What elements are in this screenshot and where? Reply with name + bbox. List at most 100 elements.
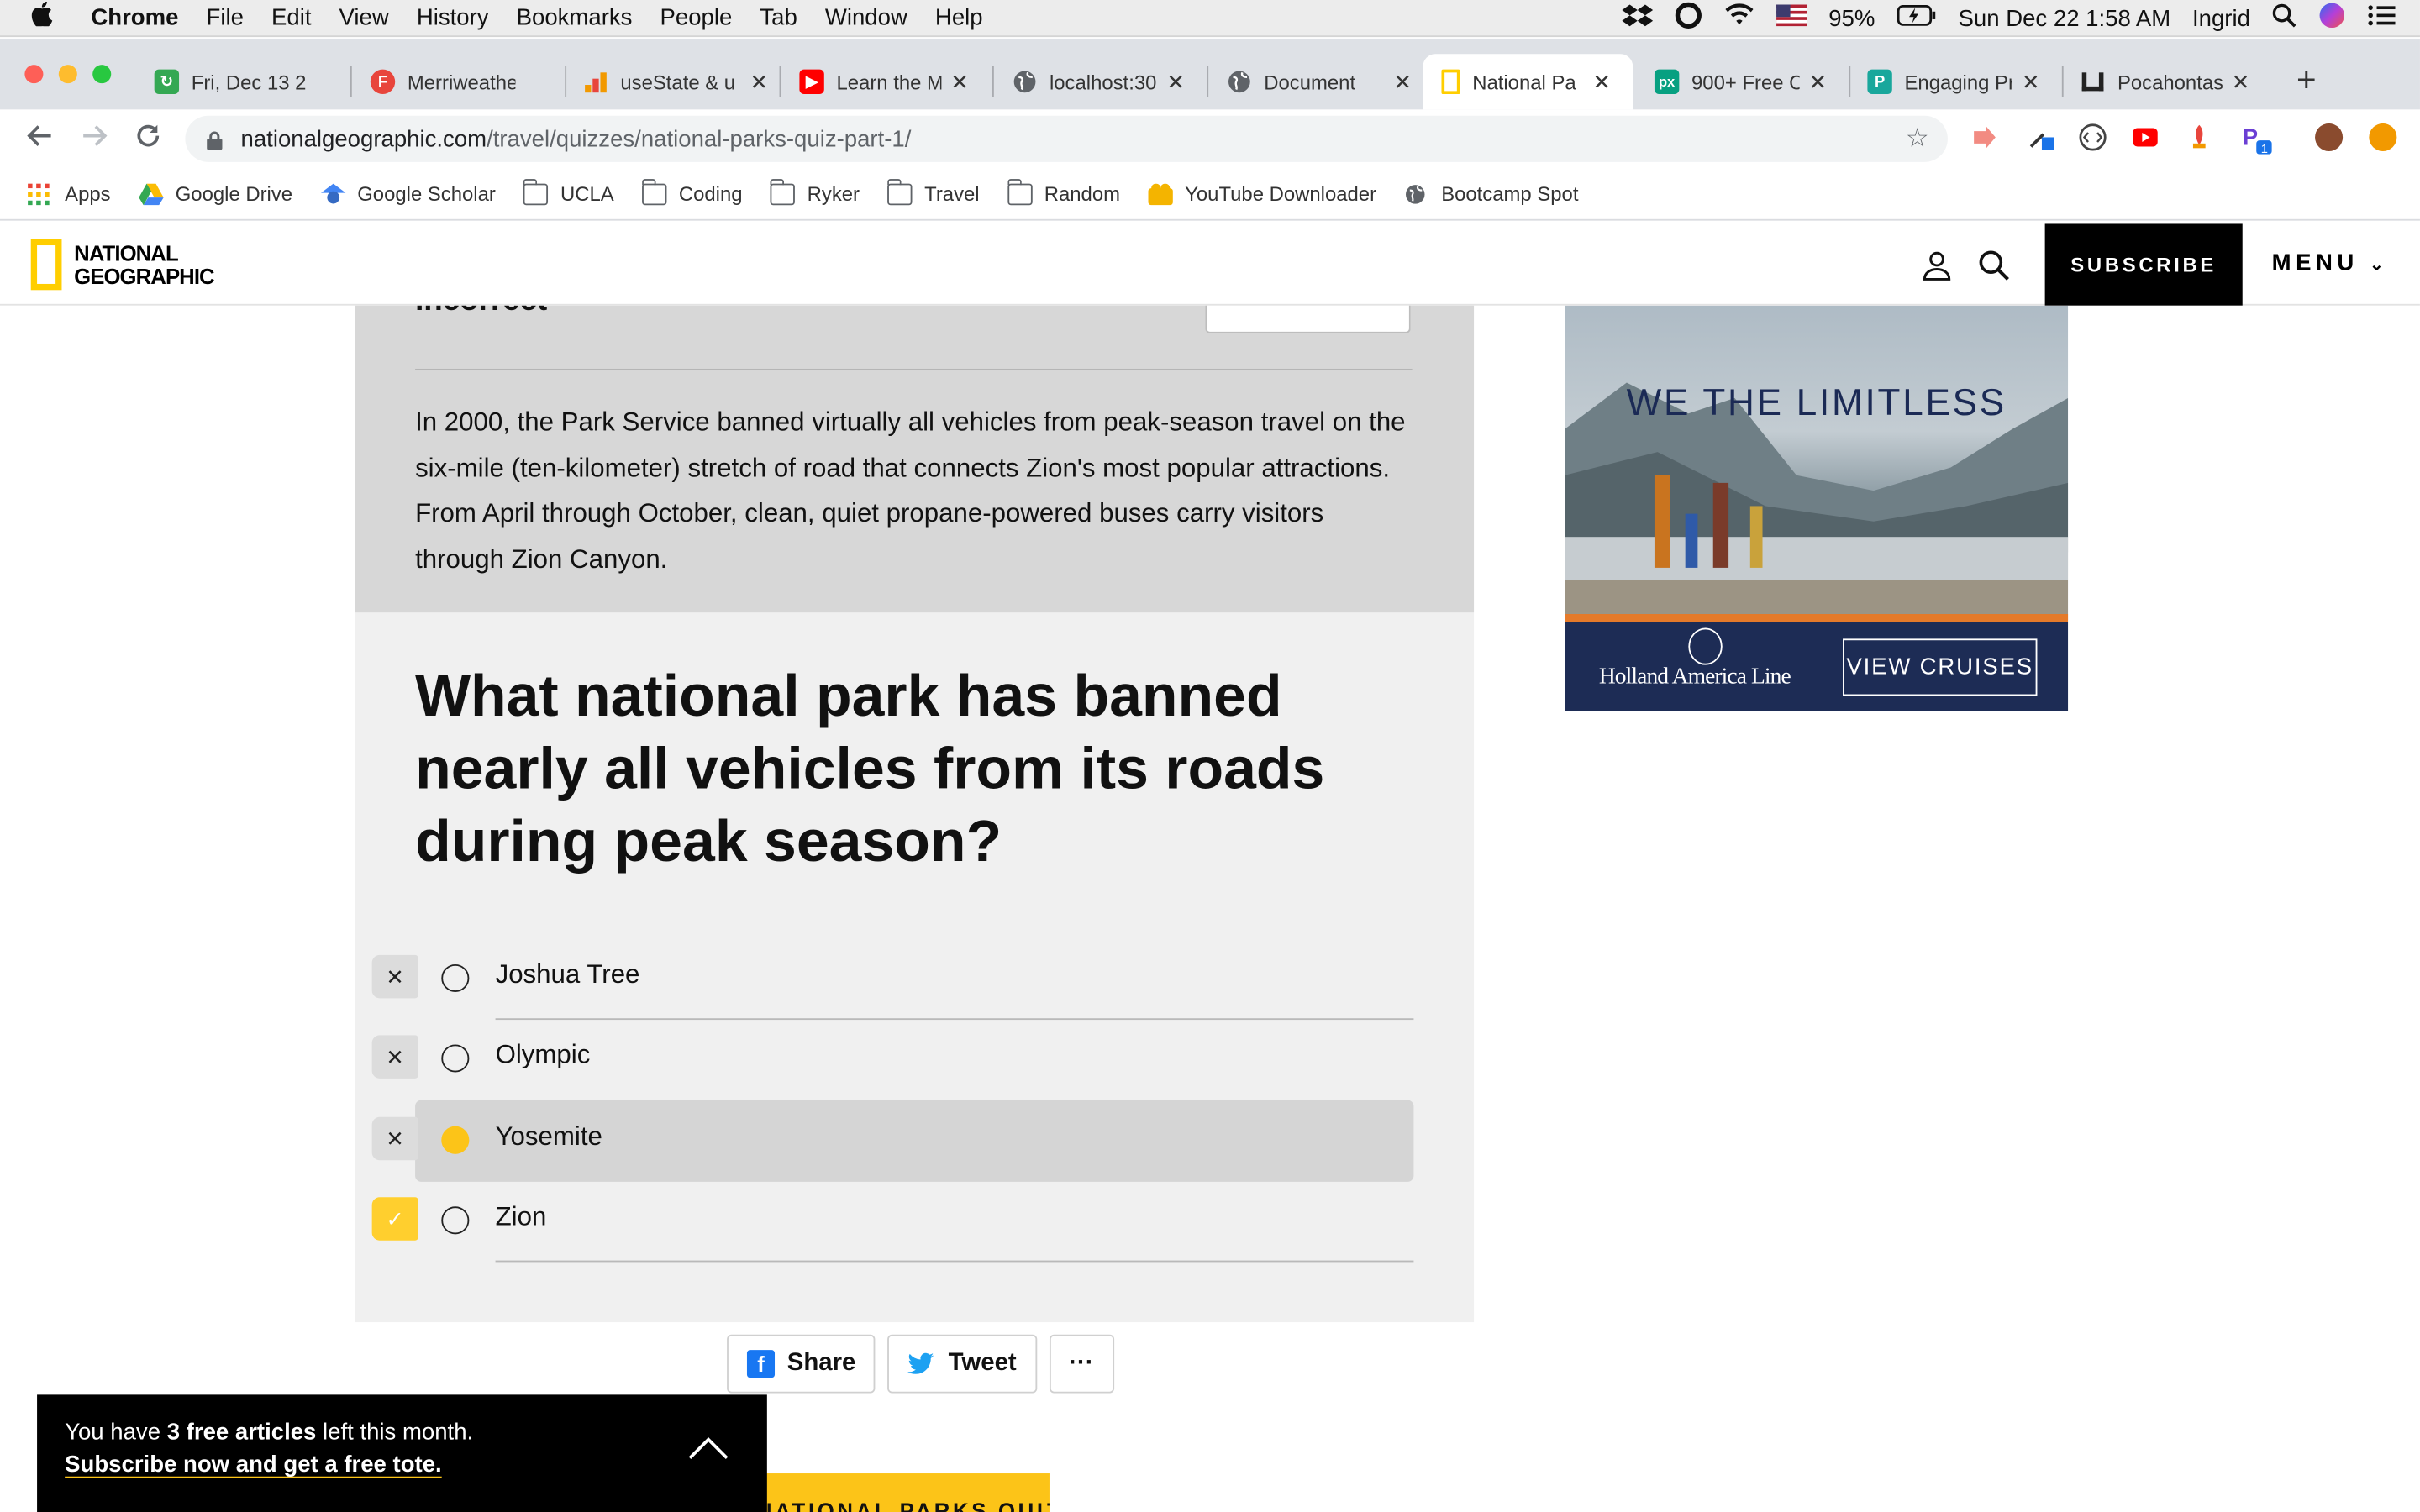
close-tab-icon[interactable]: ✕ <box>2232 69 2250 95</box>
close-tab-icon[interactable]: ✕ <box>1394 69 1413 95</box>
menu-people[interactable]: People <box>660 5 733 31</box>
bookmark-apps[interactable]: Apps <box>28 182 111 205</box>
tab-title: localhost:30 <box>1049 70 1157 94</box>
twitter-tweet-button[interactable]: Tweet <box>887 1334 1037 1394</box>
browser-tab[interactable]: localhost:30 ✕ <box>1013 54 1185 109</box>
address-bar[interactable]: nationalgeographic.com/travel/quizzes/na… <box>185 115 1948 162</box>
menu-window[interactable]: Window <box>825 5 908 31</box>
tab-title: Pocahontas <box>2117 70 2223 94</box>
answer-option[interactable]: ✕ Joshua Tree <box>355 938 1474 1021</box>
natgeo-logo[interactable]: NATIONAL GEOGRAPHIC <box>30 239 215 291</box>
answer-option-selected[interactable]: ✕ Yosemite <box>355 1100 1474 1182</box>
back-arrow-icon[interactable] <box>26 122 54 157</box>
bookmark-bootcamp-spot[interactable]: Bootcamp Spot <box>1404 182 1578 205</box>
browser-tab[interactable]: Document ✕ <box>1227 54 1412 109</box>
os-menu-bar: Chrome File Edit View History Bookmarks … <box>0 0 2420 38</box>
menu-app-name[interactable]: Chrome <box>91 5 178 31</box>
radio-button[interactable] <box>441 1206 470 1235</box>
window-close-button[interactable] <box>24 65 44 84</box>
menu-button[interactable]: MENU ⌄ <box>2272 250 2384 276</box>
bookmark-folder-ryker[interactable]: Ryker <box>770 178 860 206</box>
user-name[interactable]: Ingrid <box>2192 5 2250 31</box>
profile-avatar[interactable] <box>2315 123 2344 151</box>
close-tab-icon[interactable]: ✕ <box>1592 69 1611 95</box>
search-icon[interactable] <box>1979 250 2010 281</box>
browser-tab[interactable]: F Merriweathe <box>370 54 515 109</box>
menu-view[interactable]: View <box>339 5 389 31</box>
subscribe-button[interactable]: SUBSCRIBE <box>2044 223 2243 306</box>
facebook-share-button[interactable]: f Share <box>727 1334 876 1394</box>
menu-tab[interactable]: Tab <box>760 5 797 31</box>
browser-tab[interactable]: ▶ Learn the M ✕ <box>799 54 969 109</box>
user-account-icon[interactable] <box>1922 250 1953 281</box>
bookmark-folder-travel[interactable]: Travel <box>887 178 980 205</box>
bookmark-folder-coding[interactable]: Coding <box>641 178 743 205</box>
folder-icon <box>523 178 549 205</box>
ext-p-icon[interactable]: P1 <box>2241 123 2272 156</box>
divider <box>495 1260 1414 1263</box>
more-share-button[interactable]: ··· <box>1049 1334 1114 1394</box>
ext-code-icon[interactable] <box>2079 123 2107 151</box>
clock[interactable]: Sun Dec 22 1:58 AM <box>1959 5 2171 31</box>
globe-icon <box>1227 70 1251 94</box>
bookmark-youtube-downloader[interactable]: YouTube Downloader <box>1148 182 1376 205</box>
status-area: 95% Sun Dec 22 1:58 AM Ingrid <box>1622 0 2396 37</box>
close-tab-icon[interactable]: ✕ <box>1167 69 1186 95</box>
menu-file[interactable]: File <box>207 5 244 31</box>
tweet-label: Tweet <box>948 1350 1017 1377</box>
bookmark-google-drive[interactable]: Google Drive <box>138 182 292 205</box>
browser-tab[interactable]: useState & u ✕ <box>583 54 768 109</box>
answer-option-correct[interactable]: ✓ Zion <box>355 1180 1474 1263</box>
close-tab-icon[interactable]: ✕ <box>750 69 769 95</box>
notification-center-icon[interactable] <box>2367 5 2396 33</box>
menu-edit[interactable]: Edit <box>271 5 311 31</box>
dropbox-icon[interactable] <box>1622 3 1653 34</box>
wifi-icon[interactable] <box>1723 3 1754 34</box>
window-zoom-button[interactable] <box>92 65 112 84</box>
spotlight-icon[interactable] <box>2272 3 2296 34</box>
close-tab-icon[interactable]: ✕ <box>2022 69 2040 95</box>
bookmark-star-icon[interactable]: ☆ <box>1906 123 1929 155</box>
subscribe-link[interactable]: Subscribe now and get a free tote. <box>65 1452 442 1478</box>
forward-arrow-icon[interactable] <box>81 122 108 157</box>
bookmark-label: Ryker <box>807 181 860 206</box>
ext-rocket-icon[interactable] <box>2186 123 2213 151</box>
answer-option[interactable]: ✕ Olympic <box>355 1018 1474 1100</box>
browser-tab[interactable]: P Engaging Pr ✕ <box>1867 54 2040 109</box>
view-cruises-button[interactable]: VIEW CRUISES <box>1843 638 2038 696</box>
radio-button[interactable] <box>441 1044 470 1073</box>
radio-button[interactable] <box>441 963 470 992</box>
browser-tab-active[interactable]: National Pa ✕ <box>1423 54 1634 110</box>
chevron-up-icon[interactable] <box>687 1433 729 1464</box>
opera-icon[interactable] <box>1675 2 1702 35</box>
browser-tab[interactable]: Pocahontas ✕ <box>2081 54 2250 109</box>
tab-title: Document <box>1264 70 1356 94</box>
ext-youtube-icon[interactable] <box>2131 123 2159 151</box>
browser-tab[interactable]: ↻ Fri, Dec 13 2 <box>154 54 312 109</box>
next-quiz-button[interactable]: NATIONAL PARKS QUIZ <box>725 1473 1050 1512</box>
bookmark-folder-ucla[interactable]: UCLA <box>523 178 614 205</box>
ext-arrow-icon[interactable] <box>1970 123 1998 151</box>
siri-icon[interactable] <box>2318 2 2346 35</box>
ext-eyedropper-icon[interactable] <box>2027 123 2054 151</box>
radio-button-selected[interactable] <box>441 1126 470 1154</box>
menu-history[interactable]: History <box>417 5 489 31</box>
update-icon[interactable] <box>2369 123 2397 151</box>
window-minimize-button[interactable] <box>58 65 77 84</box>
browser-tab[interactable]: px 900+ Free C ✕ <box>1654 54 1828 109</box>
option-label: Yosemite <box>495 1121 602 1152</box>
lock-icon[interactable] <box>207 129 223 150</box>
bookmark-google-scholar[interactable]: Google Scholar <box>320 182 496 205</box>
close-tab-icon[interactable]: ✕ <box>1809 69 1828 95</box>
us-flag-icon[interactable] <box>1776 4 1807 33</box>
bookmark-folder-random[interactable]: Random <box>1007 178 1120 205</box>
menu-help[interactable]: Help <box>935 5 983 31</box>
reload-icon[interactable] <box>134 122 162 157</box>
menu-bookmarks[interactable]: Bookmarks <box>517 5 633 31</box>
close-tab-icon[interactable]: ✕ <box>950 69 969 95</box>
new-tab-button[interactable]: + <box>2296 60 2317 101</box>
twitter-icon <box>908 1350 936 1378</box>
apple-icon[interactable] <box>31 1 65 34</box>
advertisement[interactable]: WE THE LIMITLESS Holland America Line VI… <box>1565 305 2069 711</box>
battery-charging-icon[interactable] <box>1897 4 1937 33</box>
